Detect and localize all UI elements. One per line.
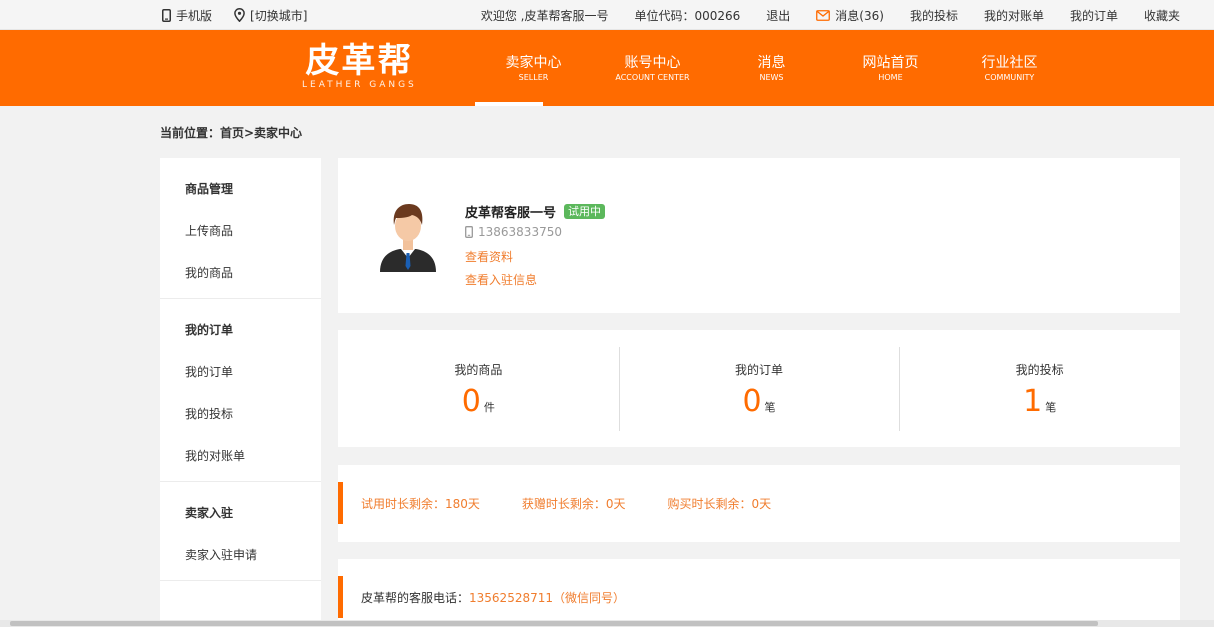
nav-label: 账号中心 — [624, 55, 681, 71]
messages-link[interactable]: 消息(36) — [816, 7, 884, 24]
stat-my-bids[interactable]: 我的投标 1笔 — [899, 330, 1180, 447]
service-phone-label: 皮革帮的客服电话： — [361, 591, 470, 605]
stat-unit: 笔 — [1045, 401, 1057, 414]
sidebar-item-my-bids[interactable]: 我的投标 — [185, 403, 321, 425]
stat-value-row: 0件 — [338, 386, 619, 418]
service-phone-number: 13562528711（微信同号） — [469, 591, 625, 605]
main-header: 皮革帮 LEATHER GANGS 卖家中心 SELLER 账号中心 ACCOU… — [0, 30, 1214, 106]
logout-link[interactable]: 退出 — [766, 7, 790, 24]
profile-phone-row: 13863833750 — [465, 225, 562, 239]
stat-unit: 件 — [483, 401, 495, 414]
stats-card: 我的商品 0件 我的订单 0笔 我的投标 1笔 — [338, 330, 1180, 447]
top-bar: 手机版 [切换城市] 欢迎您 ,皮革帮客服一号 单位代码：000266 退出 消… — [0, 0, 1214, 30]
nav-sublabel: SELLER — [518, 73, 549, 82]
nav-community[interactable]: 行业社区 COMMUNITY — [950, 30, 1069, 106]
stat-value: 0 — [461, 384, 481, 419]
sidebar-item-my-orders[interactable]: 我的订单 — [185, 361, 321, 383]
sidebar-group-title: 我的订单 — [185, 323, 234, 337]
scrollbar-thumb[interactable] — [10, 621, 1098, 626]
stat-value-row: 0笔 — [619, 386, 900, 418]
sidebar-item-my-products[interactable]: 我的商品 — [185, 262, 321, 284]
switch-city-link[interactable]: [切换城市] — [234, 7, 307, 24]
view-settle-info-link[interactable]: 查看入驻信息 — [465, 271, 537, 288]
status-badge: 试用中 — [564, 204, 606, 219]
my-statements-link[interactable]: 我的对账单 — [984, 7, 1044, 24]
sidebar-item-settle-apply[interactable]: 卖家入驻申请 — [185, 544, 321, 566]
nav-sublabel: NEWS — [759, 73, 784, 82]
main-nav: 卖家中心 SELLER 账号中心 ACCOUNT CENTER 消息 NEWS … — [474, 30, 1069, 106]
phone-icon — [465, 226, 473, 238]
nav-sublabel: COMMUNITY — [984, 73, 1035, 82]
nav-news[interactable]: 消息 NEWS — [712, 30, 831, 106]
messages-label: 消息(36) — [835, 8, 884, 23]
nav-label: 网站首页 — [862, 55, 919, 71]
sidebar-group-products: 商品管理 上传商品 我的商品 — [160, 158, 321, 299]
stat-my-orders[interactable]: 我的订单 0笔 — [618, 330, 900, 447]
accent-bar — [338, 482, 343, 524]
gift-remaining: 获赠时长剩余：0天 — [521, 497, 626, 511]
nav-seller-center[interactable]: 卖家中心 SELLER — [474, 30, 593, 106]
remaining-time-row: 试用时长剩余：180天 获赠时长剩余：0天 购买时长剩余：0天 — [361, 495, 771, 512]
sidebar-group-settle: 卖家入驻 卖家入驻申请 — [160, 482, 321, 581]
nav-label: 卖家中心 — [505, 55, 562, 71]
sidebar-group-title: 商品管理 — [185, 182, 234, 196]
service-phone-row: 皮革帮的客服电话：13562528711（微信同号） — [361, 589, 625, 606]
stat-label: 我的投标 — [1015, 363, 1064, 377]
sidebar-item-my-statements[interactable]: 我的对账单 — [185, 445, 321, 467]
top-bar-right: 欢迎您 ,皮革帮客服一号 单位代码：000266 退出 消息(36) 我的投标 … — [481, 0, 1180, 30]
remaining-time-card: 试用时长剩余：180天 获赠时长剩余：0天 购买时长剩余：0天 — [338, 465, 1180, 542]
stat-unit: 笔 — [764, 401, 776, 414]
switch-city-label: [切换城市] — [250, 8, 308, 23]
profile-name: 皮革帮客服一号 — [465, 206, 557, 221]
breadcrumb: 当前位置：首页>卖家中心 — [160, 126, 303, 140]
bought-remaining: 购买时长剩余：0天 — [667, 497, 772, 511]
mail-icon — [816, 9, 831, 21]
sidebar-group-orders: 我的订单 我的订单 我的投标 我的对账单 — [160, 299, 321, 482]
stat-value: 0 — [742, 384, 762, 419]
sidebar: 商品管理 上传商品 我的商品 我的订单 我的订单 我的投标 我的对账单 卖家入驻… — [160, 158, 321, 627]
avatar — [380, 204, 436, 272]
sidebar-item-upload-product[interactable]: 上传商品 — [185, 220, 321, 242]
profile-name-row: 皮革帮客服一号 试用中 — [465, 202, 606, 221]
profile-phone: 13863833750 — [478, 225, 562, 239]
logo-text-cn: 皮革帮 — [305, 41, 414, 81]
horizontal-scrollbar[interactable] — [0, 620, 1214, 627]
location-pin-icon — [234, 8, 245, 22]
nav-sublabel: ACCOUNT CENTER — [615, 73, 690, 82]
sidebar-group-title: 卖家入驻 — [185, 506, 234, 520]
logo-text-en: LEATHER GANGS — [302, 80, 417, 90]
stat-my-products[interactable]: 我的商品 0件 — [338, 330, 619, 447]
site-logo[interactable]: 皮革帮 LEATHER GANGS — [302, 42, 417, 90]
mobile-version-label: 手机版 — [176, 8, 213, 23]
stat-value-row: 1笔 — [899, 386, 1180, 418]
welcome-text: 欢迎您 ,皮革帮客服一号 — [480, 8, 609, 23]
my-orders-link[interactable]: 我的订单 — [1070, 7, 1118, 24]
stat-value: 1 — [1023, 384, 1043, 419]
nav-home[interactable]: 网站首页 HOME — [831, 30, 950, 106]
profile-card: 皮革帮客服一号 试用中 13863833750 查看资料 查看入驻信息 — [338, 158, 1180, 313]
mobile-version-link[interactable]: 手机版 — [162, 7, 212, 24]
top-bar-left: 手机版 [切换城市] — [162, 0, 307, 30]
nav-label: 消息 — [757, 55, 786, 71]
nav-sublabel: HOME — [878, 73, 903, 82]
view-profile-link[interactable]: 查看资料 — [465, 248, 513, 265]
unit-code: 单位代码：000266 — [634, 8, 741, 23]
service-phone-card: 皮革帮的客服电话：13562528711（微信同号） — [338, 559, 1180, 627]
stat-label: 我的订单 — [735, 363, 784, 377]
my-bids-link[interactable]: 我的投标 — [910, 7, 958, 24]
favorites-link[interactable]: 收藏夹 — [1144, 7, 1180, 24]
trial-remaining: 试用时长剩余：180天 — [361, 497, 480, 511]
stat-label: 我的商品 — [454, 363, 503, 377]
nav-label: 行业社区 — [981, 55, 1038, 71]
accent-bar — [338, 576, 343, 618]
phone-icon — [162, 8, 171, 22]
nav-account-center[interactable]: 账号中心 ACCOUNT CENTER — [593, 30, 712, 106]
